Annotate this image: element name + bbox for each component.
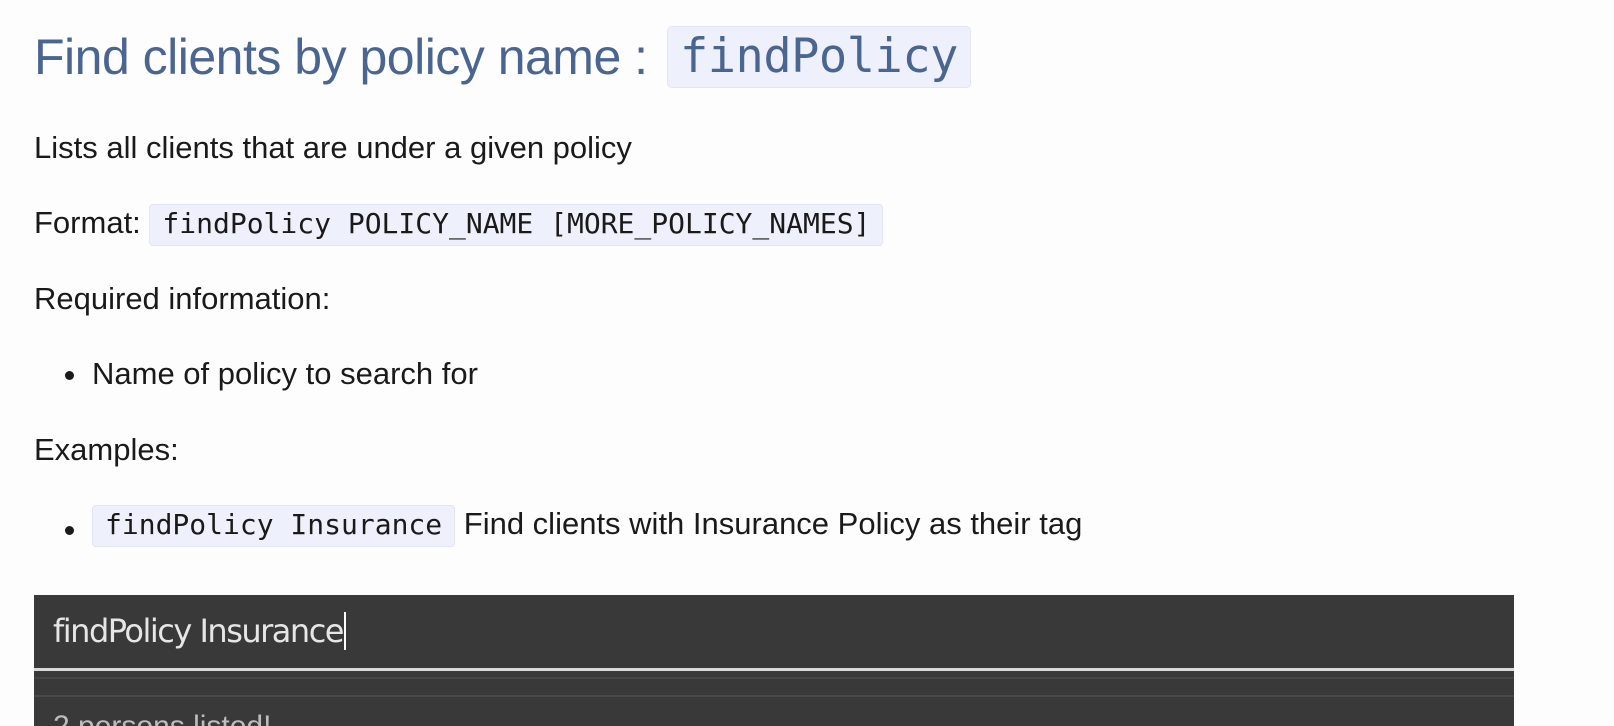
divider [34, 677, 1514, 679]
command-input-value: findPolicy Insurance [53, 612, 344, 650]
app-screenshot: findPolicy Insurance 2 persons listed! [34, 595, 1514, 726]
format-line: Format: findPolicy POLICY_NAME [MORE_POL… [34, 203, 884, 246]
bullet-icon [65, 526, 74, 535]
command-input[interactable]: findPolicy Insurance [53, 611, 346, 651]
required-label: Required information: [34, 281, 331, 316]
examples-list: findPolicy Insurance Find clients with I… [34, 504, 1082, 547]
description-text: Lists all clients that are under a given… [34, 130, 632, 165]
heading-text: Find clients by policy name : [34, 29, 661, 85]
bullet-icon [65, 371, 74, 380]
user-guide-page: Find clients by policy name : findPolicy… [0, 0, 1614, 726]
command-box[interactable]: findPolicy Insurance [34, 595, 1514, 667]
format-syntax-code: findPolicy POLICY_NAME [MORE_POLICY_NAME… [149, 204, 884, 246]
divider [34, 695, 1514, 697]
example-description: Find clients with Insurance Policy as th… [455, 506, 1083, 541]
list-item: findPolicy Insurance Find clients with I… [34, 504, 1082, 547]
result-display-text: 2 persons listed! [53, 707, 271, 726]
divider [34, 668, 1514, 671]
text-cursor [343, 612, 346, 650]
examples-label: Examples: [34, 432, 179, 467]
example-code: findPolicy Insurance [92, 505, 456, 547]
format-label: Format: [34, 205, 150, 240]
required-item-text: Name of policy to search for [92, 356, 478, 391]
list-item: Name of policy to search for [34, 354, 478, 394]
section-heading: Find clients by policy name : findPolicy [34, 22, 971, 92]
required-list: Name of policy to search for [34, 354, 478, 394]
heading-command-code: findPolicy [666, 26, 971, 88]
